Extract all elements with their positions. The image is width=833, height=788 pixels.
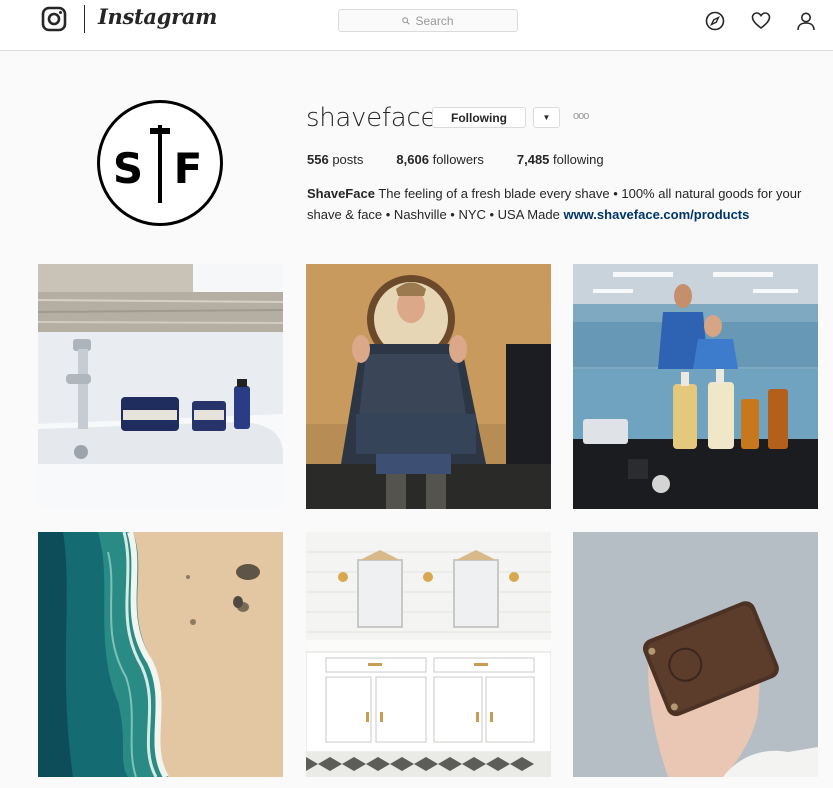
barber-chair-photo (306, 264, 551, 509)
posts-stat: 556 posts (307, 152, 364, 167)
heart-icon[interactable] (751, 11, 771, 31)
barbershop-mirror-photo (573, 264, 818, 509)
compass-icon[interactable] (705, 11, 725, 31)
bio-name: ShaveFace (307, 186, 375, 201)
following-button[interactable]: Following (432, 107, 526, 128)
sink-products-photo (38, 264, 283, 509)
post-white-bathroom[interactable] (306, 532, 551, 777)
shaveface-logo-icon: S F (113, 125, 203, 203)
post-barber-chair[interactable] (306, 264, 551, 509)
post-leather-wallet[interactable] (573, 532, 818, 777)
post-aerial-beach[interactable] (38, 532, 283, 777)
aerial-beach-photo (38, 532, 283, 777)
bio-link[interactable]: www.shaveface.com/products (563, 207, 749, 222)
followers-stat[interactable]: 8,606 followers (396, 152, 483, 167)
more-options-icon[interactable]: ooo (573, 110, 589, 122)
white-bathroom-photo (306, 532, 551, 777)
profile-stats: 556 posts 8,606 followers 7,485 followin… (307, 152, 604, 167)
post-barbershop-mirror[interactable] (573, 264, 818, 509)
top-navigation-bar: Instagram Search (0, 0, 833, 51)
profile-username: shaveface (306, 103, 437, 133)
profile-bio: ShaveFace The feeling of a fresh blade e… (307, 183, 817, 225)
person-icon[interactable] (796, 11, 816, 31)
instagram-glyph-icon[interactable] (41, 6, 67, 32)
instagram-wordmark[interactable]: Instagram (98, 4, 217, 29)
search-placeholder: Search (415, 13, 454, 28)
search-icon (402, 16, 411, 25)
svg-text:S: S (113, 144, 143, 193)
post-sink-products[interactable] (38, 264, 283, 509)
svg-text:F: F (174, 144, 203, 193)
leather-wallet-photo (573, 532, 818, 777)
search-input[interactable]: Search (338, 9, 518, 32)
logo-divider (84, 5, 85, 33)
suggestions-dropdown-button[interactable]: ▼ (533, 107, 560, 128)
following-stat[interactable]: 7,485 following (517, 152, 604, 167)
profile-avatar[interactable]: S F (97, 100, 223, 226)
